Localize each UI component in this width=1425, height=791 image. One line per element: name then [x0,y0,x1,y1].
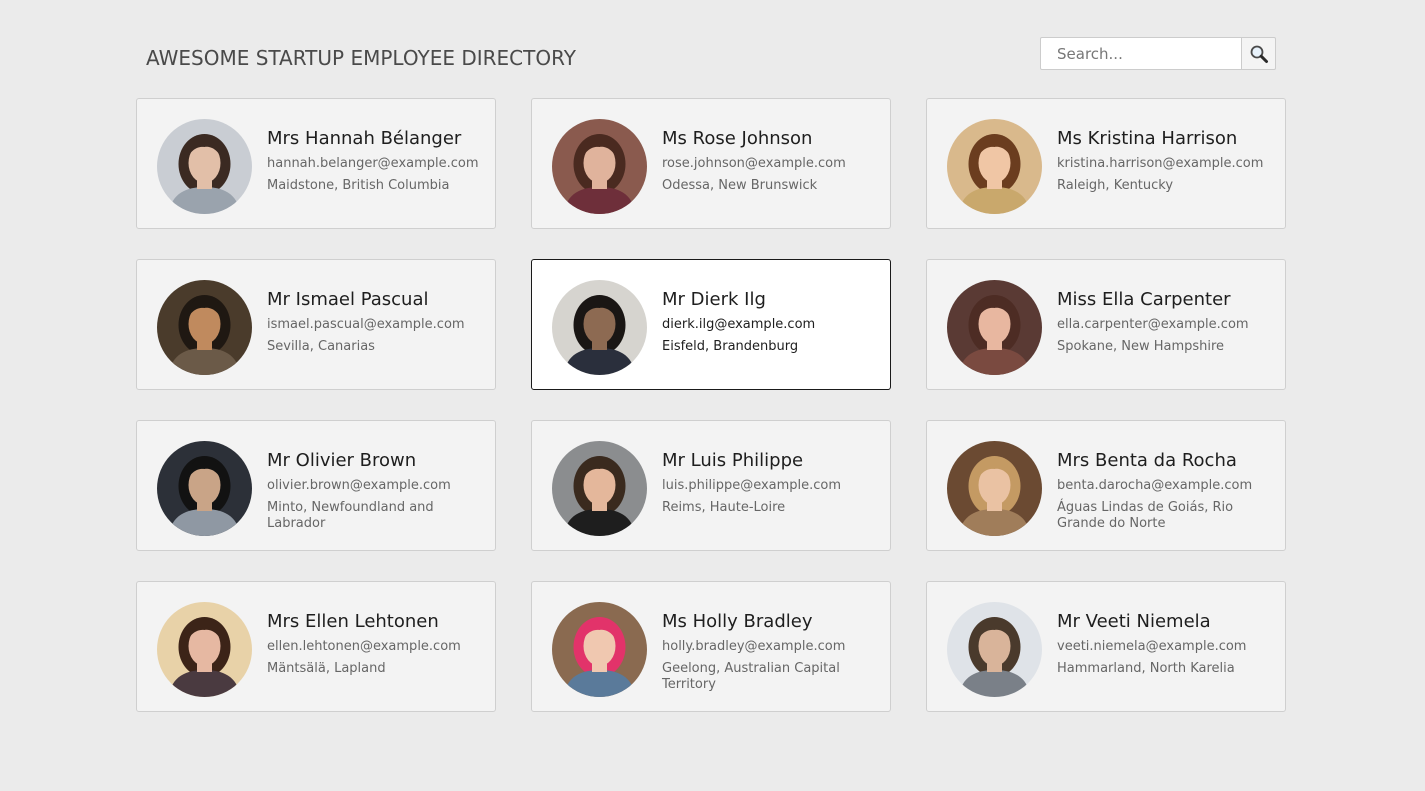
employee-card[interactable]: Mr Ismael Pascual ismael.pascual@example… [136,259,496,390]
avatar-image [552,441,647,536]
employee-email: ismael.pascual@example.com [267,317,465,332]
employee-photo [157,280,252,375]
employee-email: kristina.harrison@example.com [1057,156,1264,171]
employee-card[interactable]: Mrs Hannah Bélanger hannah.belanger@exam… [136,98,496,229]
employee-location: Reims, Haute-Loire [662,500,786,515]
employee-email: ella.carpenter@example.com [1057,317,1249,332]
employee-location: Raleigh, Kentucky [1057,178,1174,193]
employee-name: Mrs Ellen Lehtonen [267,611,439,632]
employee-info: Mr Dierk Ilg dierk.ilg@example.com Eisfe… [662,280,877,355]
employee-email: dierk.ilg@example.com [662,317,816,332]
employee-name: Mrs Benta da Rocha [1057,450,1237,471]
employee-photo [552,280,647,375]
employee-info: Mrs Hannah Bélanger hannah.belanger@exam… [267,119,482,194]
employee-name: Ms Kristina Harrison [1057,128,1238,149]
employee-name: Miss Ella Carpenter [1057,289,1231,310]
employee-info: Miss Ella Carpenter ella.carpenter@examp… [1057,280,1272,355]
employee-card[interactable]: Mr Veeti Niemela veeti.niemela@example.c… [926,581,1286,712]
search-input[interactable] [1040,37,1242,70]
employee-photo [552,602,647,697]
employee-location: Geelong, Australian Capital Territory [662,661,840,692]
employee-location: Águas Lindas de Goiás, Rio Grande do Nor… [1057,500,1234,531]
employee-photo [947,119,1042,214]
employee-location: Minto, Newfoundland and Labrador [267,500,434,531]
employee-location: Maidstone, British Columbia [267,178,450,193]
page-title: AWESOME STARTUP EMPLOYEE DIRECTORY [146,46,576,70]
employee-email: luis.philippe@example.com [662,478,842,493]
employee-photo [947,602,1042,697]
employee-photo [157,119,252,214]
employee-email: olivier.brown@example.com [267,478,451,493]
employee-name: Mr Dierk Ilg [662,289,766,310]
employee-card[interactable]: Mr Olivier Brown olivier.brown@example.c… [136,420,496,551]
employee-card[interactable]: Mrs Ellen Lehtonen ellen.lehtonen@exampl… [136,581,496,712]
search-icon [1250,45,1268,63]
employee-card[interactable]: Mrs Benta da Rocha benta.darocha@example… [926,420,1286,551]
employee-photo [947,441,1042,536]
avatar-image [157,441,252,536]
employee-email: holly.bradley@example.com [662,639,846,654]
employee-email: veeti.niemela@example.com [1057,639,1247,654]
avatar-image [947,441,1042,536]
employee-card[interactable]: Mr Dierk Ilg dierk.ilg@example.com Eisfe… [531,259,891,390]
employee-info: Mr Luis Philippe luis.philippe@example.c… [662,441,877,516]
employee-photo [157,602,252,697]
employee-photo [157,441,252,536]
employee-location: Hammarland, North Karelia [1057,661,1235,676]
employee-email: hannah.belanger@example.com [267,156,479,171]
employee-name: Ms Rose Johnson [662,128,813,149]
employee-name: Mr Olivier Brown [267,450,417,471]
employee-info: Ms Holly Bradley holly.bradley@example.c… [662,602,877,693]
employee-card[interactable]: Miss Ella Carpenter ella.carpenter@examp… [926,259,1286,390]
employee-card[interactable]: Ms Holly Bradley holly.bradley@example.c… [531,581,891,712]
avatar-image [947,602,1042,697]
employee-email: benta.darocha@example.com [1057,478,1253,493]
employee-name: Mr Veeti Niemela [1057,611,1211,632]
employee-location: Sevilla, Canarias [267,339,375,354]
employee-card[interactable]: Ms Rose Johnson rose.johnson@example.com… [531,98,891,229]
employee-info: Mr Olivier Brown olivier.brown@example.c… [267,441,482,532]
avatar-image [552,602,647,697]
avatar-image [157,602,252,697]
employee-info: Ms Kristina Harrison kristina.harrison@e… [1057,119,1272,194]
employee-name: Mr Luis Philippe [662,450,804,471]
employee-card[interactable]: Ms Kristina Harrison kristina.harrison@e… [926,98,1286,229]
employee-location: Eisfeld, Brandenburg [662,339,799,354]
employee-info: Ms Rose Johnson rose.johnson@example.com… [662,119,877,194]
employee-info: Mrs Benta da Rocha benta.darocha@example… [1057,441,1272,532]
employee-photo [552,119,647,214]
employee-gallery: Mrs Hannah Bélanger hannah.belanger@exam… [136,98,1286,712]
employee-location: Odessa, New Brunswick [662,178,818,193]
employee-card[interactable]: Mr Luis Philippe luis.philippe@example.c… [531,420,891,551]
employee-name: Mr Ismael Pascual [267,289,429,310]
employee-location: Mäntsälä, Lapland [267,661,386,676]
avatar-image [947,280,1042,375]
avatar-image [552,280,647,375]
avatar-image [552,119,647,214]
employee-name: Ms Holly Bradley [662,611,813,632]
avatar-image [157,280,252,375]
employee-location: Spokane, New Hampshire [1057,339,1225,354]
employee-info: Mr Ismael Pascual ismael.pascual@example… [267,280,482,355]
avatar-image [157,119,252,214]
employee-email: ellen.lehtonen@example.com [267,639,461,654]
search-button[interactable] [1242,37,1276,70]
employee-name: Mrs Hannah Bélanger [267,128,462,149]
employee-email: rose.johnson@example.com [662,156,846,171]
employee-info: Mrs Ellen Lehtonen ellen.lehtonen@exampl… [267,602,482,677]
employee-directory-page: AWESOME STARTUP EMPLOYEE DIRECTORY Mrs H… [0,0,1425,791]
search-form [1040,37,1276,70]
avatar-image [947,119,1042,214]
employee-photo [947,280,1042,375]
employee-photo [552,441,647,536]
employee-info: Mr Veeti Niemela veeti.niemela@example.c… [1057,602,1272,677]
